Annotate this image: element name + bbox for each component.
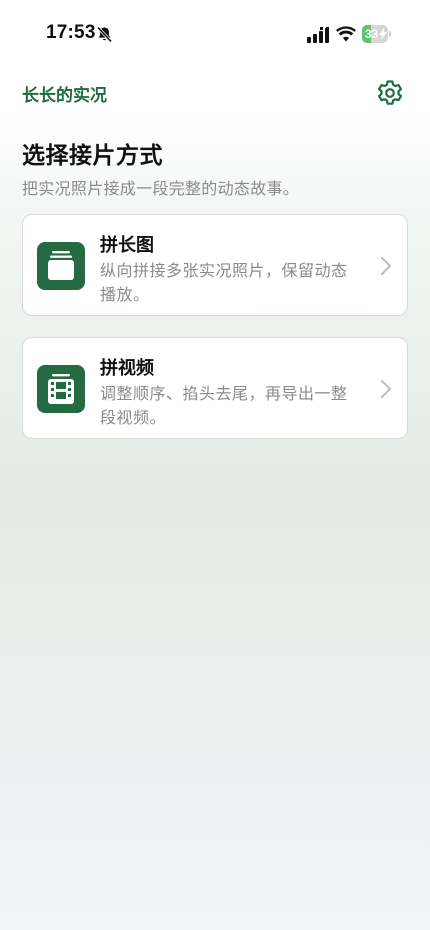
status-bar: 17:53 33: [0, 0, 430, 64]
battery-cap: [389, 31, 391, 37]
video-description: 调整顺序、掐头去尾，再导出一整段视频。: [100, 384, 348, 427]
long-image-option-card[interactable]: 拼长图 纵向拼接多张实况照片，保留动态播放。: [22, 214, 408, 316]
chevron-right-icon: [381, 380, 391, 398]
long-image-icon-tile: [37, 242, 85, 290]
video-icon-tile: [37, 365, 85, 413]
long-image-title: 拼长图: [100, 235, 154, 256]
chevron-right-icon: [381, 257, 391, 275]
video-option-card[interactable]: 拼视频 调整顺序、掐头去尾，再导出一整段视频。: [22, 337, 408, 439]
bell-slash-icon: [96, 26, 113, 43]
long-image-description: 纵向拼接多张实况照片，保留动态播放。: [100, 261, 348, 304]
battery-icon: 33: [362, 25, 392, 43]
film-strip-icon: [48, 374, 74, 404]
settings-button[interactable]: [375, 78, 405, 108]
gear-icon: [378, 80, 402, 105]
status-time: 17:53: [46, 22, 96, 43]
page-subtitle: 把实况照片接成一段完整的动态故事。: [22, 179, 300, 198]
battery-body: 33: [362, 25, 388, 43]
cellular-signal-icon: [307, 27, 329, 43]
stacked-photos-icon: [48, 251, 74, 280]
video-title: 拼视频: [100, 358, 154, 379]
app-title: 长长的实况: [22, 86, 107, 106]
wifi-icon: [336, 26, 356, 42]
charging-bolt-icon: [379, 28, 387, 40]
page-title: 选择接片方式: [22, 143, 163, 169]
